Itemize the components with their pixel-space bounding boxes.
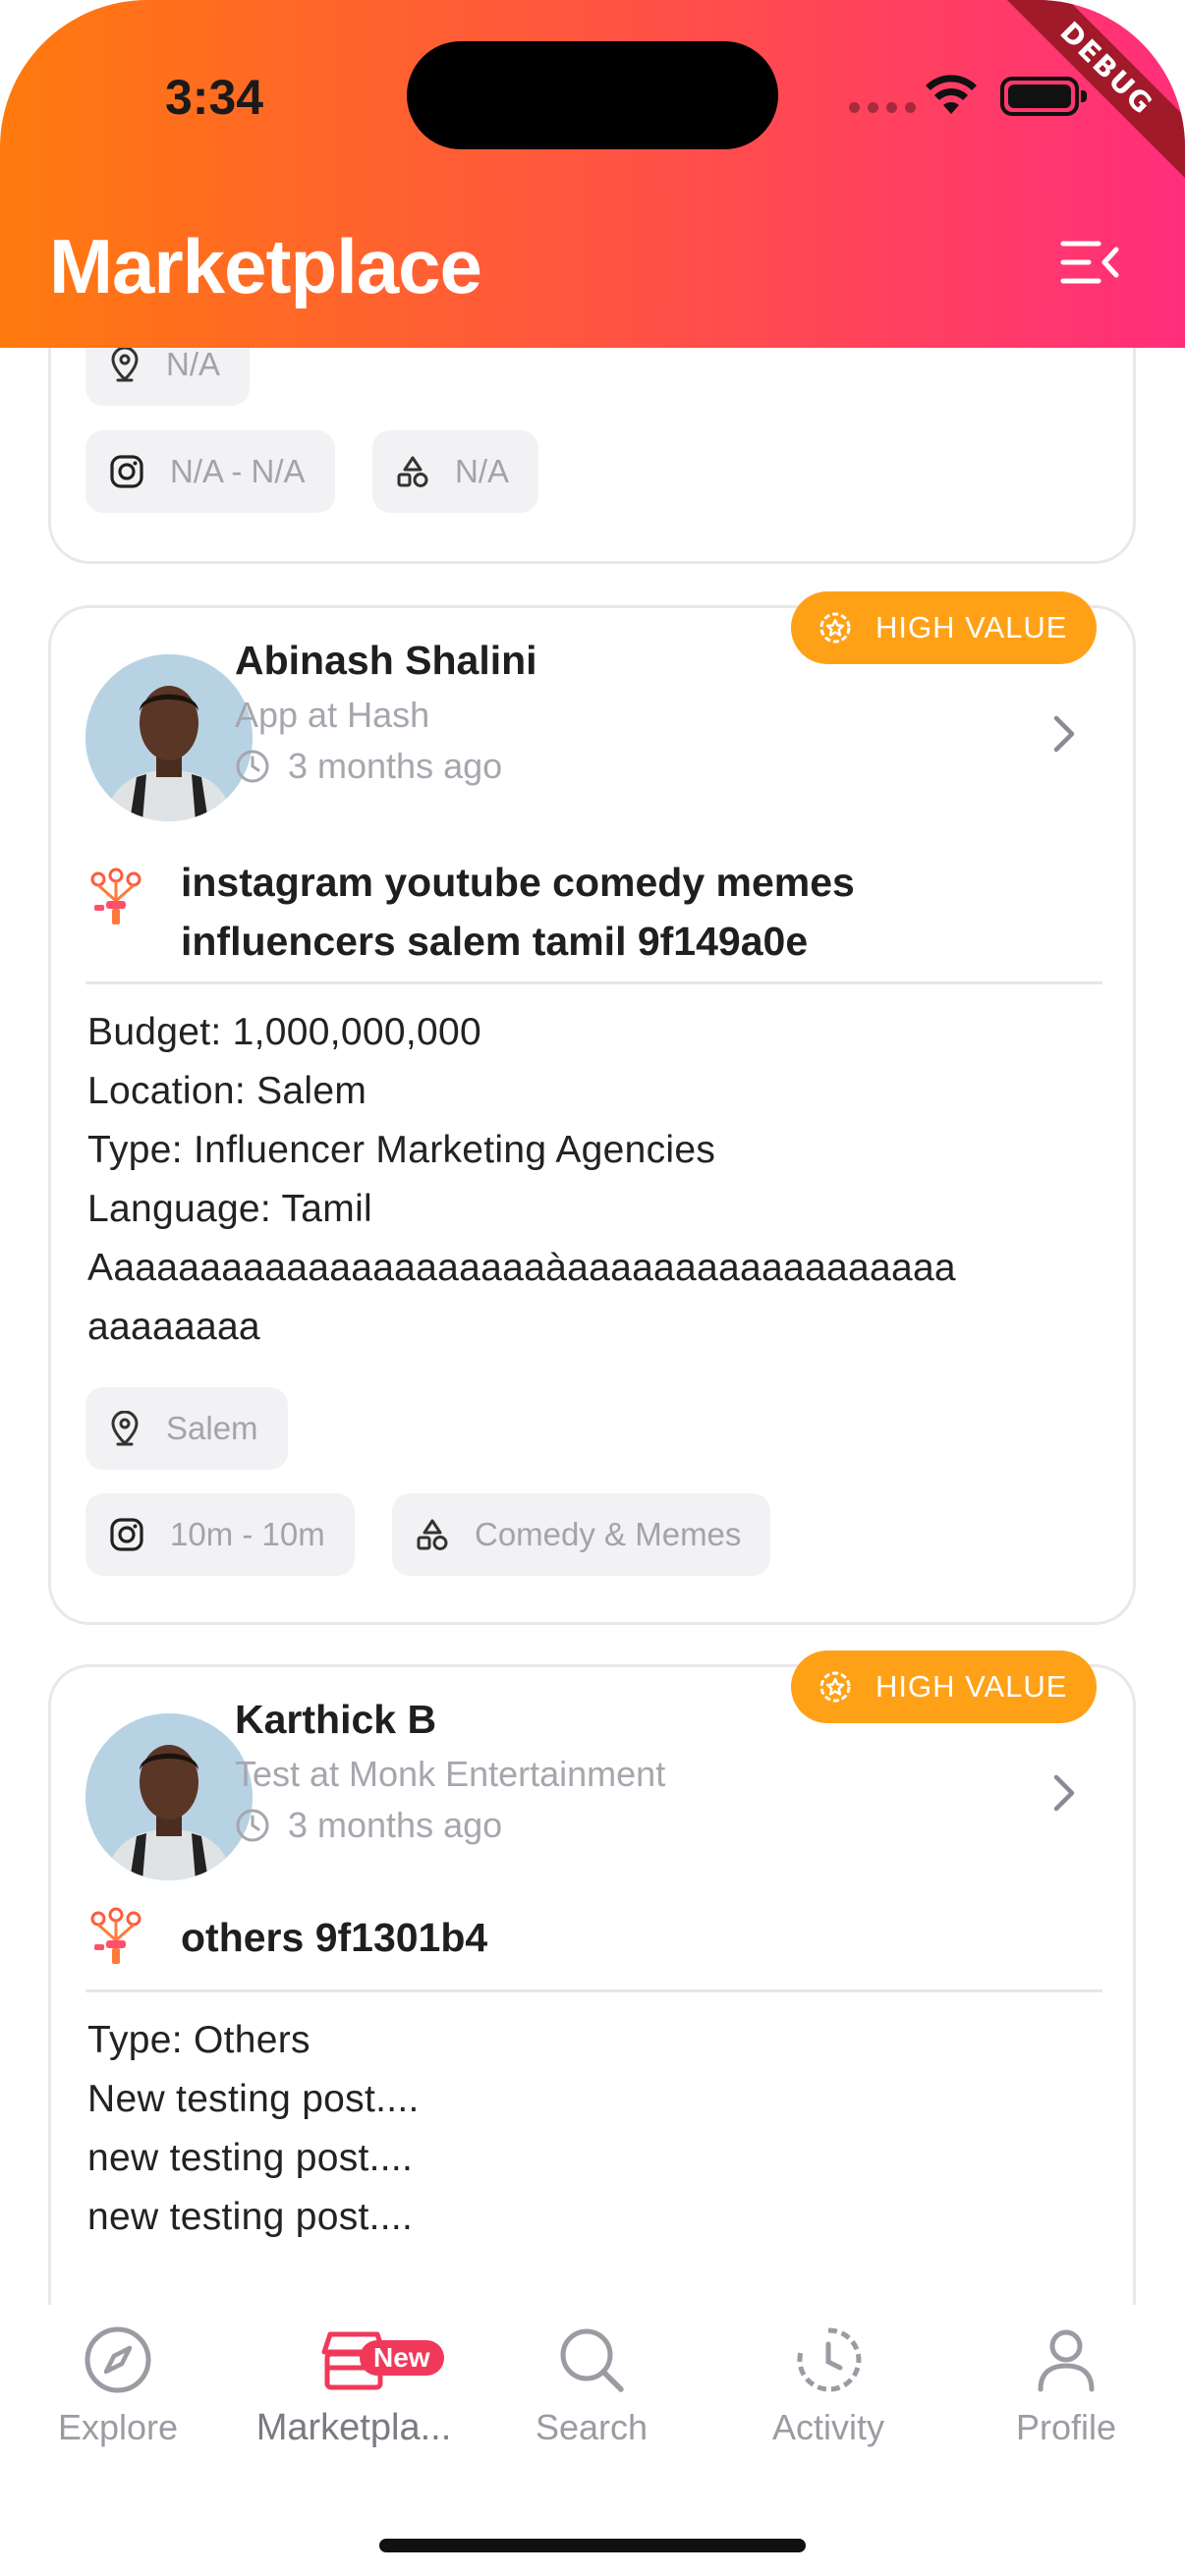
nav-profile[interactable]: Profile <box>958 2324 1174 2448</box>
post-title[interactable]: instagram youtube comedy memes influence… <box>181 853 967 971</box>
clock-icon <box>236 1809 269 1842</box>
avatar-image <box>85 1713 253 1880</box>
divider <box>85 981 1102 984</box>
home-indicator[interactable] <box>379 2539 806 2552</box>
avatar[interactable] <box>85 1713 253 1880</box>
page-title: Marketplace <box>49 223 482 309</box>
history-icon <box>797 2327 862 2392</box>
category-text: Comedy & Memes <box>475 1516 742 1552</box>
chevron-right-icon[interactable] <box>1050 1773 1078 1813</box>
influencer-network-icon <box>90 868 141 924</box>
post-card[interactable]: HIGH VALUE Karthick B Test at Monk Enter… <box>48 1651 1136 2305</box>
instagram-icon <box>110 455 143 488</box>
category-chip: Comedy & Memes <box>392 1493 771 1576</box>
shapes-icon <box>417 1519 448 1550</box>
nav-label: Explore <box>57 2407 179 2447</box>
person-icon <box>1038 2329 1095 2392</box>
star-badge-icon <box>819 612 851 644</box>
posted-time: 3 months ago <box>235 1805 502 1846</box>
posted-time: 3 months ago <box>235 746 502 787</box>
location-pin-icon <box>111 1411 139 1446</box>
dynamic-island <box>407 41 778 149</box>
post-card[interactable]: HIGH VALUE Abinash Shalini App at Hash 3… <box>48 591 1136 1625</box>
user-role: Test at Monk Entertainment <box>235 1754 666 1794</box>
nav-search[interactable]: Search <box>483 2324 700 2448</box>
badge-label: HIGH VALUE <box>875 1669 1068 1704</box>
location-text: Salem <box>166 1410 258 1446</box>
nav-explore[interactable]: Explore <box>10 2324 226 2448</box>
signal-dots-icon <box>849 102 916 113</box>
followers-chip: 10m - 10m <box>85 1493 355 1576</box>
nav-label: Activity <box>771 2407 884 2447</box>
status-time: 3:34 <box>165 70 264 125</box>
location-chip: N/A <box>85 348 251 406</box>
nav-label: Marketpla... <box>255 2407 452 2448</box>
bottom-nav: Explore New Marketpla... Search Activity… <box>0 2305 1185 2576</box>
nav-marketplace[interactable]: New Marketpla... <box>246 2324 462 2449</box>
influencer-network-icon <box>90 1907 141 1964</box>
instagram-icon <box>110 1518 143 1551</box>
post-title[interactable]: others 9f1301b4 <box>181 1908 967 1967</box>
location-pin-icon <box>111 348 139 382</box>
followers-chip: N/A - N/A <box>85 430 335 513</box>
post-description: Type: Others New testing post.... new te… <box>87 2019 420 2238</box>
post-card-partial[interactable]: N/A N/A - N/A N/A <box>48 348 1136 564</box>
category-text: N/A <box>455 453 510 489</box>
marketplace-feed[interactable]: N/A N/A - N/A N/A HIGH VALUE Abinash Sha… <box>0 348 1185 2305</box>
location-text: N/A <box>166 348 221 382</box>
avatar[interactable] <box>85 654 253 821</box>
high-value-badge: HIGH VALUE <box>791 1651 1098 1723</box>
badge-label: HIGH VALUE <box>875 610 1068 644</box>
user-role: App at Hash <box>235 695 430 735</box>
nav-label: Search <box>535 2407 649 2447</box>
new-badge: New <box>360 2340 444 2376</box>
user-name[interactable]: Karthick B <box>235 1697 436 1743</box>
category-chip: N/A <box>372 430 539 513</box>
nav-activity[interactable]: Activity <box>720 2324 936 2448</box>
nav-label: Profile <box>1015 2407 1117 2447</box>
app-header: 3:34 DEBUG Marketplace <box>0 0 1185 348</box>
menu-collapse-icon[interactable] <box>1059 238 1122 287</box>
high-value-badge: HIGH VALUE <box>791 591 1098 664</box>
shapes-icon <box>397 456 428 487</box>
star-badge-icon <box>819 1671 851 1703</box>
followers-text: 10m - 10m <box>170 1516 325 1552</box>
followers-text: N/A - N/A <box>170 453 306 489</box>
time-text: 3 months ago <box>288 746 503 786</box>
battery-icon <box>1000 77 1087 116</box>
divider <box>85 1989 1102 1992</box>
wifi-icon <box>926 75 977 114</box>
time-text: 3 months ago <box>288 1805 503 1845</box>
post-description: Budget: 1,000,000,000 Location: Salem Ty… <box>87 1011 956 1348</box>
location-chip: Salem <box>85 1387 288 1470</box>
avatar-image <box>85 654 253 821</box>
compass-icon <box>85 2326 151 2393</box>
search-icon <box>560 2328 624 2392</box>
clock-icon <box>236 750 269 783</box>
user-name[interactable]: Abinash Shalini <box>235 638 537 684</box>
chevron-right-icon[interactable] <box>1050 714 1078 754</box>
